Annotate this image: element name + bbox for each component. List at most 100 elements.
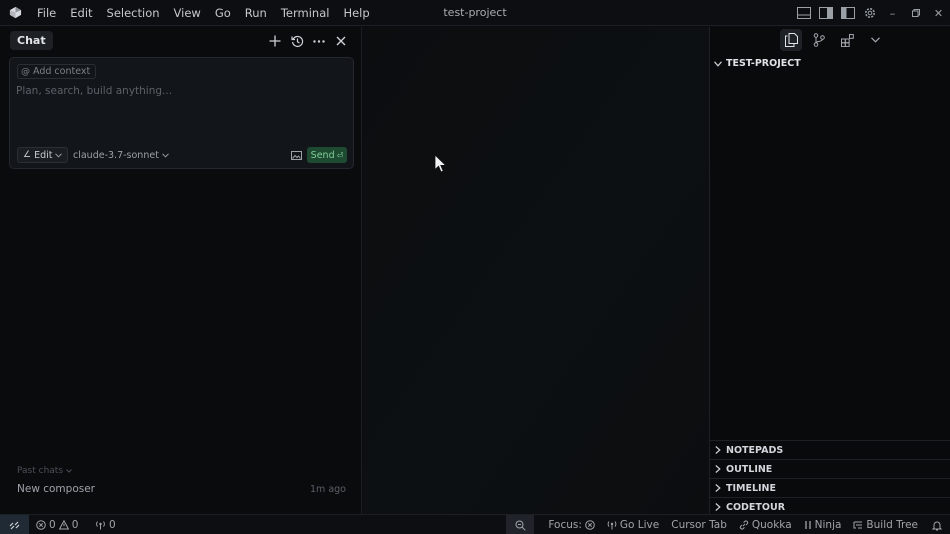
build-tree-label: Build Tree xyxy=(866,519,918,531)
menu-help[interactable]: Help xyxy=(336,0,376,26)
past-chats-toggle[interactable]: Past chats xyxy=(17,466,72,476)
menu-view[interactable]: View xyxy=(167,0,208,26)
mouse-pointer-icon xyxy=(434,154,447,173)
error-icon xyxy=(36,520,46,530)
ninja-status[interactable]: Ninja xyxy=(798,515,848,534)
error-count: 0 xyxy=(49,519,56,531)
model-label: claude-3.7-sonnet xyxy=(73,149,159,161)
menu-go[interactable]: Go xyxy=(208,0,238,26)
close-chat-icon[interactable] xyxy=(330,30,352,52)
build-tree-status[interactable]: Build Tree xyxy=(847,515,924,534)
chat-prompt-input[interactable] xyxy=(16,85,346,135)
section-outline[interactable]: OUTLINE xyxy=(710,459,950,478)
toggle-secondary-sidebar-icon[interactable] xyxy=(815,0,837,26)
status-right-items: Focus: Go Live Cursor Tab Quokka Ninja B… xyxy=(506,515,950,534)
explorer-sidebar: TEST-PROJECT NOTEPADS OUTLINE TIMELINE C… xyxy=(709,27,950,514)
attach-image-icon[interactable] xyxy=(290,148,302,162)
toggle-primary-sidebar-icon[interactable] xyxy=(837,0,859,26)
mode-select-button[interactable]: ∠ Edit xyxy=(17,147,69,163)
chevron-down-icon[interactable] xyxy=(864,29,886,51)
send-button[interactable]: Send ⏎ xyxy=(307,147,347,163)
composer-box: @ Add context ∠ Edit claude-3.7-sonnet S… xyxy=(9,57,354,169)
editor-area[interactable] xyxy=(363,27,709,514)
focus-status[interactable]: Focus: xyxy=(542,515,601,534)
broadcast-icon xyxy=(96,521,105,530)
sidebar-view-tabs xyxy=(780,29,886,51)
go-live-button[interactable]: Go Live xyxy=(601,515,665,534)
build-icon xyxy=(853,521,863,529)
explorer-sections: NOTEPADS OUTLINE TIMELINE CODETOUR xyxy=(710,440,950,516)
minimize-icon[interactable]: – xyxy=(881,0,904,26)
section-label: TIMELINE xyxy=(726,482,776,494)
toggle-panel-icon[interactable] xyxy=(793,0,815,26)
mode-label: Edit xyxy=(34,149,53,161)
broadcast-icon xyxy=(607,521,617,530)
notifications-bell-icon[interactable] xyxy=(924,515,950,534)
problems-indicator[interactable]: 0 0 xyxy=(36,515,78,534)
cursor-tab-label: Cursor Tab xyxy=(671,519,727,531)
section-label: OUTLINE xyxy=(726,463,773,475)
pencil-icon: ∠ xyxy=(23,150,32,160)
pause-icon xyxy=(804,521,811,529)
new-chat-plus-icon[interactable] xyxy=(264,30,286,52)
menu-file[interactable]: File xyxy=(30,0,63,26)
explorer-files-icon[interactable] xyxy=(780,29,802,51)
chevron-right-icon xyxy=(715,465,721,473)
close-window-icon[interactable]: ✕ xyxy=(927,0,950,26)
past-chats-label: Past chats xyxy=(17,466,64,476)
section-label: NOTEPADS xyxy=(726,444,784,456)
chevron-down-icon xyxy=(714,60,722,67)
menu-bar: File Edit Selection View Go Run Terminal… xyxy=(30,0,377,26)
settings-gear-icon[interactable] xyxy=(859,0,881,26)
menu-edit[interactable]: Edit xyxy=(63,0,99,26)
status-bar: 0 0 0 Focus: Go Live Cursor Tab Quokka N… xyxy=(0,514,950,534)
project-name: TEST-PROJECT xyxy=(726,58,801,69)
go-live-label: Go Live xyxy=(619,519,660,531)
window-controls: – ✕ xyxy=(793,0,950,26)
ports-indicator[interactable]: 0 xyxy=(95,515,116,534)
add-context-label: Add context xyxy=(33,66,91,77)
menu-terminal[interactable]: Terminal xyxy=(274,0,337,26)
title-bar: File Edit Selection View Go Run Terminal… xyxy=(0,0,950,26)
section-timeline[interactable]: TIMELINE xyxy=(710,478,950,497)
remote-connection-icon[interactable] xyxy=(0,515,29,534)
add-context-button[interactable]: @ Add context xyxy=(17,64,97,79)
section-notepads[interactable]: NOTEPADS xyxy=(710,440,950,459)
send-label: Send xyxy=(310,149,335,161)
enter-key-icon: ⏎ xyxy=(336,150,344,160)
extensions-icon[interactable] xyxy=(836,29,858,51)
model-select[interactable]: claude-3.7-sonnet xyxy=(73,147,169,163)
cursor-logo-icon xyxy=(9,6,22,19)
chat-history-item[interactable]: New composer 1m ago xyxy=(0,479,362,499)
chat-header: Chat xyxy=(0,27,362,54)
warning-icon xyxy=(58,520,69,530)
chat-actions xyxy=(264,30,352,52)
focus-label: Focus: xyxy=(548,519,582,531)
restore-icon[interactable] xyxy=(904,0,927,26)
history-item-title: New composer xyxy=(17,483,96,495)
menu-run[interactable]: Run xyxy=(238,0,274,26)
chat-panel: Chat @ Add context ∠ Edit xyxy=(0,27,362,514)
chevron-right-icon xyxy=(715,446,721,454)
zoom-icon[interactable] xyxy=(506,515,535,534)
more-options-icon[interactable] xyxy=(308,30,330,52)
ports-count: 0 xyxy=(109,519,116,531)
chevron-right-icon xyxy=(715,503,721,511)
source-control-icon[interactable] xyxy=(808,29,830,51)
cursor-tab-status[interactable]: Cursor Tab xyxy=(665,515,733,534)
close-circle-icon xyxy=(585,520,595,530)
section-label: CODETOUR xyxy=(726,501,786,513)
chevron-right-icon xyxy=(715,484,721,492)
menu-selection[interactable]: Selection xyxy=(100,0,167,26)
link-icon xyxy=(739,520,748,530)
quokka-status[interactable]: Quokka xyxy=(733,515,798,534)
project-folder-header[interactable]: TEST-PROJECT xyxy=(714,58,801,69)
ninja-label: Ninja xyxy=(814,519,842,531)
chevron-down-icon xyxy=(162,152,169,158)
tab-chat[interactable]: Chat xyxy=(10,31,53,50)
chevron-down-icon xyxy=(66,469,72,473)
chevron-down-icon xyxy=(55,152,63,158)
history-item-time: 1m ago xyxy=(310,484,346,495)
warning-count: 0 xyxy=(71,519,79,531)
chat-history-icon[interactable] xyxy=(286,30,308,52)
